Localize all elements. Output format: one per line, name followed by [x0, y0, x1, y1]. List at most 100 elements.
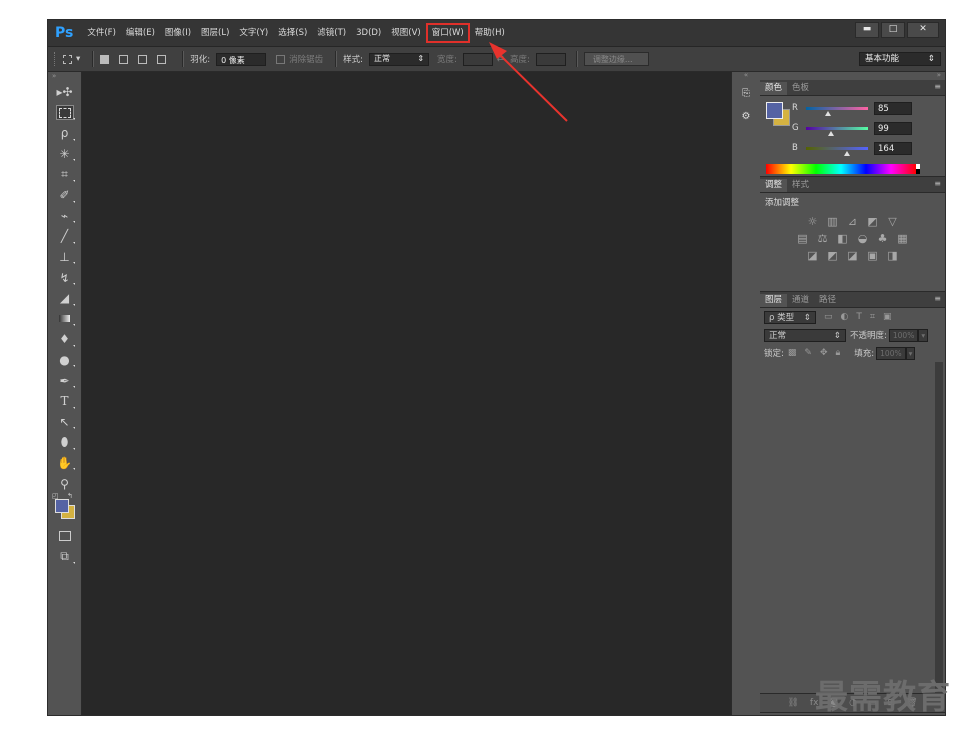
feather-input[interactable]: 0 像素: [216, 52, 267, 66]
blur-tool[interactable]: ♦: [48, 329, 81, 350]
healing-brush-tool[interactable]: ⌁: [48, 206, 81, 227]
lock-transparency-icon[interactable]: ▩: [788, 348, 797, 358]
close-button[interactable]: ✕: [907, 22, 939, 38]
gradient-map-icon[interactable]: ▣: [866, 249, 880, 262]
exposure-icon[interactable]: ◩: [866, 215, 880, 228]
tab-layers[interactable]: 图层: [760, 294, 788, 307]
posterize-icon[interactable]: ◩: [826, 249, 840, 262]
opacity-dropdown-icon[interactable]: ▾: [918, 328, 929, 342]
width-input[interactable]: [462, 52, 493, 66]
minimize-button[interactable]: ▬: [855, 22, 879, 38]
black-white-swatch[interactable]: [916, 164, 920, 174]
path-selection-tool[interactable]: ↖: [48, 412, 81, 433]
antialias-checkbox[interactable]: 消除锯齿: [276, 53, 323, 65]
tab-color[interactable]: 颜色: [760, 82, 788, 95]
black-white-icon[interactable]: ◧: [836, 232, 850, 245]
lock-position-icon[interactable]: ✥: [820, 348, 828, 358]
link-layers-icon[interactable]: ⛓: [787, 698, 798, 708]
layers-list[interactable]: [760, 362, 935, 702]
hand-tool[interactable]: ✋: [48, 453, 81, 474]
zoom-tool[interactable]: ⚲: [48, 473, 81, 494]
opacity-input[interactable]: 100%: [888, 328, 919, 342]
lasso-tool[interactable]: ρ: [48, 123, 81, 144]
color-spectrum[interactable]: [766, 164, 920, 174]
crop-tool[interactable]: ⌗: [48, 164, 81, 185]
red-slider[interactable]: [806, 106, 868, 116]
shape-filter-icon[interactable]: ⌗: [870, 312, 875, 322]
slider-thumb-icon[interactable]: [828, 130, 834, 136]
maximize-button[interactable]: □: [881, 22, 905, 38]
color-balance-icon[interactable]: ⚖: [816, 232, 830, 245]
quick-mask-button[interactable]: [48, 526, 81, 547]
intersect-selection-button[interactable]: [157, 54, 170, 64]
panel-foreground-color[interactable]: [766, 102, 783, 119]
pen-tool[interactable]: ✒: [48, 370, 81, 391]
layers-scrollbar[interactable]: [935, 362, 943, 702]
lock-pixels-icon[interactable]: ✎: [804, 348, 812, 358]
brush-tool[interactable]: ╱: [48, 226, 81, 247]
color-lookup-icon[interactable]: ▦: [896, 232, 910, 245]
tab-swatches[interactable]: 色板: [787, 82, 814, 95]
levels-icon[interactable]: ▥: [826, 215, 840, 228]
eyedropper-tool[interactable]: ✐: [48, 185, 81, 206]
slider-thumb-icon[interactable]: [844, 150, 850, 156]
menu-window[interactable]: 窗口(W): [425, 23, 470, 43]
workspace-select[interactable]: 基本功能 ⇕: [859, 52, 941, 66]
panels-collapse-icon[interactable]: »: [760, 72, 945, 80]
document-canvas[interactable]: [82, 72, 731, 715]
swap-icon[interactable]: ⇄: [497, 54, 504, 64]
layer-filter-select[interactable]: ρ 类型 ⇕: [764, 310, 816, 324]
red-value-input[interactable]: 85: [874, 101, 912, 115]
panel-menu-icon[interactable]: ≡: [934, 82, 941, 91]
menu-type[interactable]: 文字(Y): [234, 24, 273, 42]
screen-mode-button[interactable]: ⧉: [48, 546, 81, 567]
threshold-icon[interactable]: ◪: [846, 249, 860, 262]
menu-select[interactable]: 选择(S): [273, 24, 312, 42]
vibrance-icon[interactable]: ▽: [886, 215, 900, 228]
tab-styles[interactable]: 样式: [787, 179, 814, 192]
tab-adjustments[interactable]: 调整: [760, 179, 788, 192]
toolbar-collapse-icon[interactable]: »: [48, 72, 81, 82]
marquee-tool-preset[interactable]: ▾: [63, 54, 80, 64]
panel-menu-icon[interactable]: ≡: [934, 294, 941, 303]
height-input[interactable]: [535, 52, 566, 66]
tab-channels[interactable]: 通道: [787, 294, 814, 307]
blend-mode-select[interactable]: 正常 ⇕: [764, 328, 846, 342]
foreground-color[interactable]: [55, 498, 69, 513]
menu-3d[interactable]: 3D(D): [351, 24, 386, 42]
history-panel-button[interactable]: ⎘: [734, 83, 758, 103]
lock-all-icon[interactable]: 🔒︎: [835, 348, 840, 358]
brightness-icon[interactable]: ☼: [806, 215, 820, 228]
fill-dropdown-icon[interactable]: ▾: [905, 346, 916, 360]
history-brush-tool[interactable]: ↯: [48, 267, 81, 288]
menu-filter[interactable]: 滤镜(T): [312, 24, 351, 42]
eraser-tool[interactable]: ◢: [48, 288, 81, 309]
quick-selection-tool[interactable]: ✳: [48, 144, 81, 165]
photo-filter-icon[interactable]: ◒: [856, 232, 870, 245]
pixel-filter-icon[interactable]: ▭: [824, 312, 833, 322]
refine-edge-button[interactable]: 调整边缘...: [583, 52, 649, 66]
subtract-selection-button[interactable]: [138, 54, 151, 64]
menu-help[interactable]: 帮助(H): [470, 24, 510, 42]
green-value-input[interactable]: 99: [874, 121, 912, 135]
menu-edit[interactable]: 编辑(E): [121, 24, 160, 42]
invert-icon[interactable]: ◪: [806, 249, 820, 262]
marquee-tool[interactable]: [48, 103, 81, 124]
blue-value-input[interactable]: 164: [874, 141, 912, 155]
selective-color-icon[interactable]: ◨: [886, 249, 900, 262]
smart-object-filter-icon[interactable]: ▣: [883, 312, 892, 322]
move-tool[interactable]: ▸✣: [48, 82, 81, 103]
shape-tool[interactable]: ⬮: [48, 432, 81, 453]
options-grip[interactable]: [54, 52, 59, 66]
dock-collapse-icon[interactable]: «: [732, 72, 760, 80]
slider-thumb-icon[interactable]: [825, 110, 831, 116]
gradient-tool[interactable]: [48, 309, 81, 330]
tab-paths[interactable]: 路径: [814, 294, 841, 307]
hue-saturation-icon[interactable]: ▤: [796, 232, 810, 245]
menu-layer[interactable]: 图层(L): [196, 24, 234, 42]
blue-slider[interactable]: [806, 146, 868, 156]
adjustment-filter-icon[interactable]: ◐: [841, 312, 849, 322]
type-filter-icon[interactable]: T: [856, 312, 862, 322]
add-selection-button[interactable]: [119, 54, 132, 64]
menu-view[interactable]: 视图(V): [386, 24, 425, 42]
